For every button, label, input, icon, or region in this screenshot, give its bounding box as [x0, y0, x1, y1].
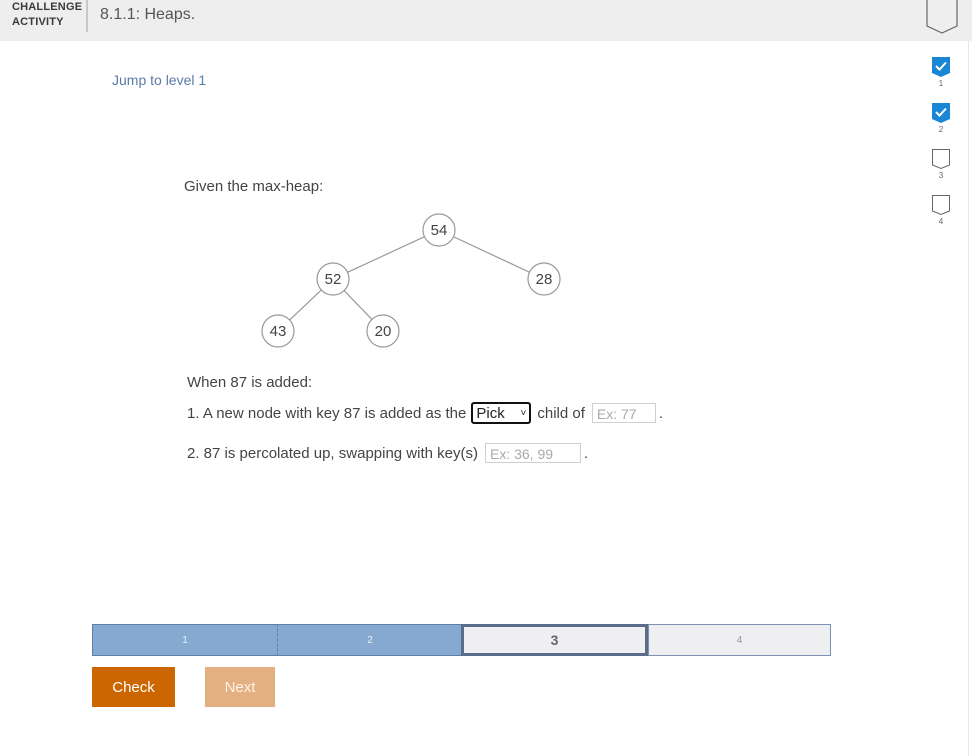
jump-to-level-link[interactable]: Jump to level 1 — [112, 72, 206, 88]
level-number: 3 — [938, 171, 944, 180]
segment-label: 3 — [550, 632, 559, 648]
question-step-2: 2. 87 is percolated up, swapping with ke… — [187, 442, 588, 464]
heap-node-key: 52 — [325, 271, 342, 288]
heap-node: 28 — [527, 262, 561, 296]
level-1-indicator[interactable]: 1 — [929, 56, 953, 88]
level-4-indicator[interactable]: 4 — [929, 194, 953, 226]
question-intro: When 87 is added: — [187, 374, 313, 391]
empty-badge-icon — [932, 149, 950, 170]
step2-suffix: . — [583, 444, 589, 462]
next-button[interactable]: Next — [205, 667, 275, 707]
step1-prefix: 1. A new node with key 87 is added as th… — [187, 404, 467, 422]
header-divider — [86, 0, 88, 32]
given-label: Given the max-heap: — [184, 178, 324, 195]
empty-badge-icon — [932, 195, 950, 216]
step2-prefix: 2. 87 is percolated up, swapping with ke… — [187, 444, 478, 462]
progress-segment-3[interactable]: 3 — [461, 624, 648, 656]
label-line-2: ACTIVITY — [12, 16, 64, 28]
check-badge-icon — [932, 103, 950, 123]
step1-middle: child of — [537, 404, 585, 422]
heap-node: 54 — [422, 213, 456, 247]
progress-segment-4[interactable]: 4 — [648, 624, 831, 656]
right-border — [968, 41, 969, 756]
heap-edge — [453, 236, 530, 273]
level-badge-icon — [925, 0, 959, 40]
select-value: Pick — [476, 404, 505, 422]
heap-tree-diagram: 54 52 28 43 20 — [261, 213, 561, 348]
progress-segment-1[interactable]: 1 — [92, 624, 278, 656]
heap-node: 52 — [316, 262, 350, 296]
heap-edge — [343, 290, 373, 320]
heap-edge — [289, 289, 322, 321]
level-2-indicator[interactable]: 2 — [929, 102, 953, 134]
segment-label: 1 — [182, 634, 188, 646]
swapped-keys-input[interactable]: Ex: 36, 99 — [484, 443, 581, 463]
level-number: 4 — [938, 217, 944, 226]
level-progress-bar: 1 2 3 4 — [92, 624, 831, 656]
question-step-1: 1. A new node with key 87 is added as th… — [187, 402, 663, 424]
heap-node: 20 — [366, 314, 400, 348]
check-badge-icon — [932, 57, 950, 77]
heap-node: 43 — [261, 314, 295, 348]
level-3-indicator[interactable]: 3 — [929, 148, 953, 180]
segment-label: 4 — [736, 634, 743, 646]
parent-key-input[interactable]: Ex: 77 — [591, 403, 656, 423]
heap-node-key: 20 — [375, 323, 392, 340]
level-number: 1 — [938, 79, 944, 88]
heap-node-key: 54 — [431, 222, 448, 239]
step1-suffix: . — [658, 404, 664, 422]
check-button[interactable]: Check — [92, 667, 175, 707]
heap-node-key: 28 — [536, 271, 553, 288]
challenge-activity-label: CHALLENGE ACTIVITY — [12, 0, 82, 30]
chevron-down-icon: ˅ — [520, 407, 527, 419]
heap-edge — [347, 236, 425, 273]
segment-label: 2 — [367, 634, 373, 646]
child-side-select[interactable]: Pick ˅ — [471, 402, 532, 424]
label-line-1: CHALLENGE — [12, 1, 83, 13]
heap-node-key: 43 — [270, 323, 287, 340]
progress-segment-2[interactable]: 2 — [278, 624, 462, 656]
activity-title: 8.1.1: Heaps. — [100, 6, 196, 23]
level-number: 2 — [938, 125, 944, 134]
activity-header: CHALLENGE ACTIVITY 8.1.1: Heaps. — [0, 0, 972, 41]
